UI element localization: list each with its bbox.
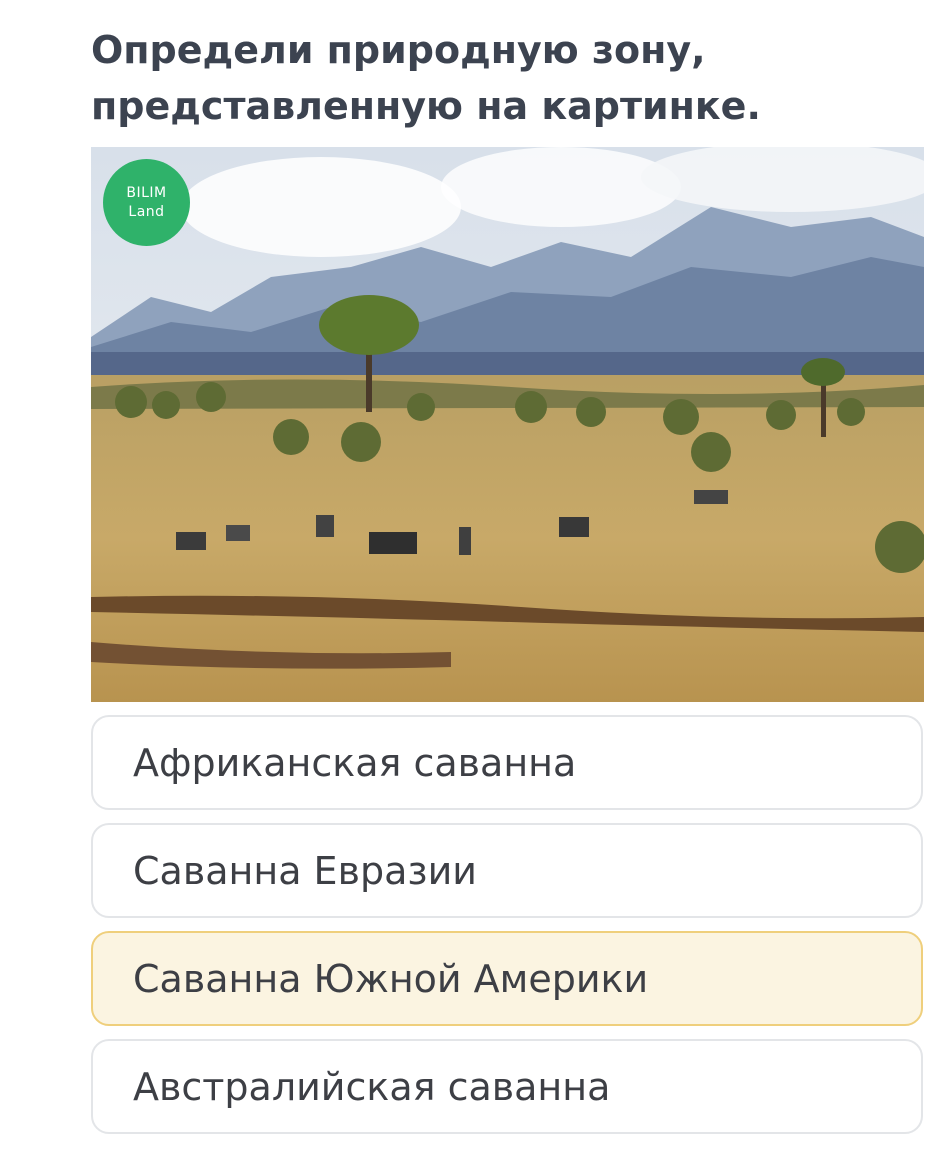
savanna-photo: BILIM Land xyxy=(91,147,924,702)
answer-option-eurasian-savanna[interactable]: Саванна Евразии xyxy=(91,823,923,918)
question-line-1: Определи природную зону, xyxy=(91,28,706,72)
question-title: Определи природную зону, представленную … xyxy=(91,22,911,134)
answer-option-african-savanna[interactable]: Африканская саванна xyxy=(91,715,923,810)
logo-text-line-1: BILIM xyxy=(126,184,167,201)
answer-option-south-american-savanna[interactable]: Саванна Южной Америки xyxy=(91,931,923,1026)
answer-option-label: Саванна Южной Америки xyxy=(133,956,649,1001)
answer-options: Африканская саванна Саванна Евразии Сава… xyxy=(91,715,923,1147)
answer-option-australian-savanna[interactable]: Австралийская саванна xyxy=(91,1039,923,1134)
answer-option-label: Африканская саванна xyxy=(133,740,577,785)
savanna-illustration xyxy=(91,147,924,702)
question-line-2: представленную на картинке. xyxy=(91,84,761,128)
bilimland-logo: BILIM Land xyxy=(103,159,190,246)
answer-option-label: Саванна Евразии xyxy=(133,848,477,893)
answer-option-label: Австралийская саванна xyxy=(133,1064,611,1109)
logo-text-line-2: Land xyxy=(128,203,165,220)
